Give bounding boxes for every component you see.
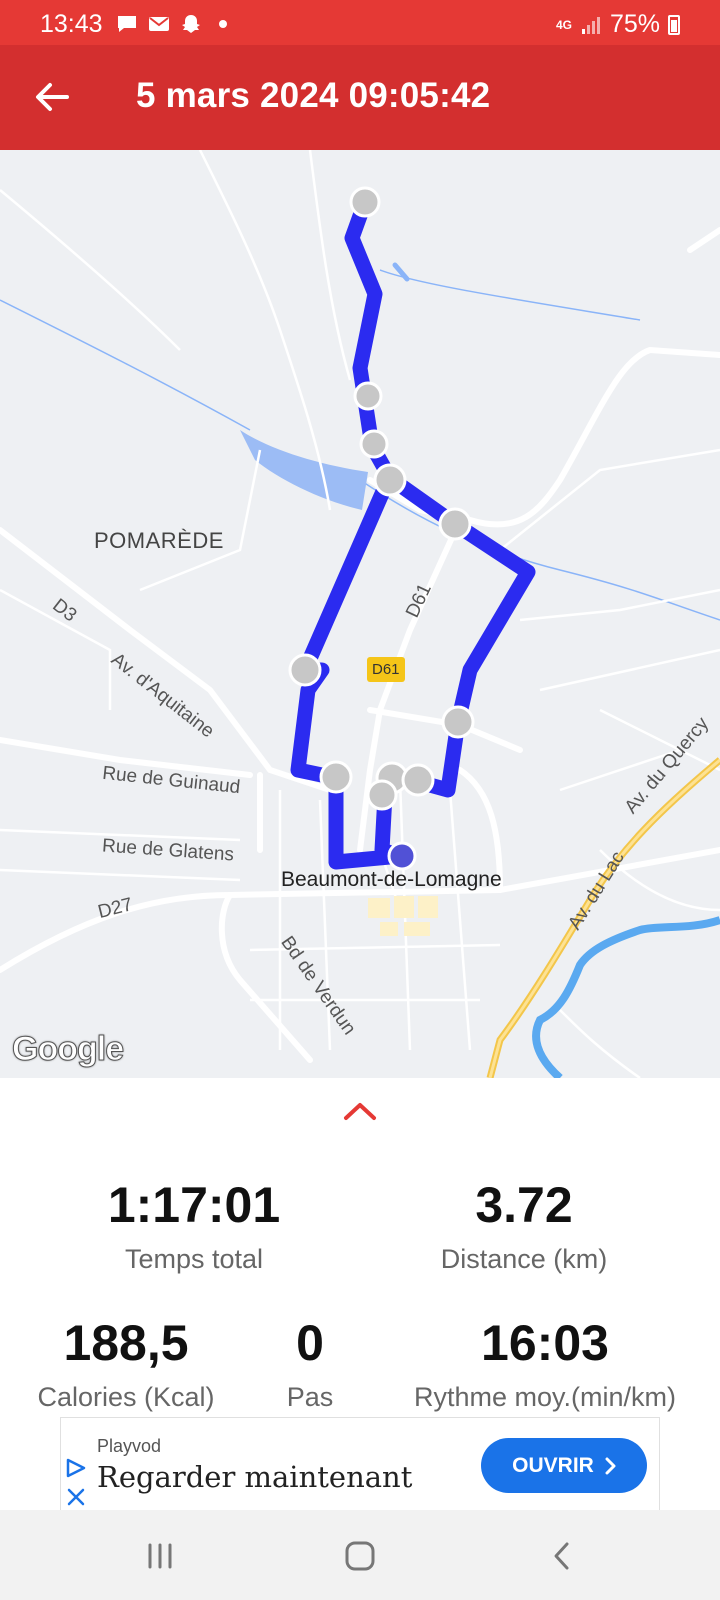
ad-brand: Playvod bbox=[97, 1436, 162, 1456]
battery-percent: 75% bbox=[609, 10, 660, 38]
total-time-value: 1:17:01 bbox=[107, 1177, 281, 1233]
lake bbox=[240, 430, 368, 510]
route-marker bbox=[359, 429, 389, 459]
ad-choices-icon[interactable] bbox=[65, 1458, 87, 1478]
activity-datetime-title: 5 mars 2024 09:05:42 bbox=[136, 76, 491, 115]
arrow-left-icon bbox=[36, 83, 69, 111]
total-time-label: Temps total bbox=[124, 1244, 264, 1274]
route-marker bbox=[373, 463, 407, 497]
route-marker bbox=[319, 760, 353, 794]
system-nav-bar bbox=[0, 1510, 720, 1600]
open-button-label: OUVRIR bbox=[512, 1453, 594, 1477]
message-icon bbox=[118, 16, 136, 32]
recent-apps-icon bbox=[148, 1543, 172, 1569]
map-canvas bbox=[0, 150, 720, 1078]
map-label-town: Beaumont-de-Lomagne bbox=[281, 868, 502, 891]
chevron-up-icon[interactable] bbox=[340, 1096, 380, 1124]
signal-icon bbox=[581, 16, 600, 34]
route-map[interactable]: POMARÈDE D3 Av. d'Aquitaine Rue de Guina… bbox=[0, 150, 720, 1078]
steps-value: 0 bbox=[296, 1315, 324, 1371]
route-marker bbox=[438, 507, 472, 541]
google-logo: Google bbox=[11, 1030, 124, 1069]
mail-icon bbox=[149, 17, 169, 31]
chevron-left-icon bbox=[554, 1542, 569, 1570]
battery-icon bbox=[668, 14, 680, 35]
system-back-button[interactable] bbox=[542, 1536, 582, 1576]
home-button[interactable] bbox=[340, 1536, 380, 1576]
route-marker bbox=[353, 381, 383, 411]
app-bar: 5 mars 2024 09:05:42 bbox=[0, 45, 720, 150]
close-icon[interactable] bbox=[65, 1486, 87, 1508]
home-icon bbox=[345, 1541, 375, 1571]
system-icons: 4G 75% bbox=[556, 10, 680, 39]
road-badge-d61: D61 bbox=[367, 657, 405, 682]
route-marker bbox=[401, 763, 435, 797]
ad-title[interactable]: Regarder maintenant bbox=[97, 1460, 412, 1494]
route-marker bbox=[349, 186, 381, 218]
back-button[interactable] bbox=[30, 75, 74, 119]
calories-value: 188,5 bbox=[63, 1315, 189, 1371]
pace-value: 16:03 bbox=[481, 1315, 609, 1371]
route-marker bbox=[441, 705, 475, 739]
status-time: 13:43 bbox=[40, 10, 103, 38]
distance-label: Distance (km) bbox=[440, 1244, 608, 1274]
steps-label: Pas bbox=[286, 1382, 334, 1412]
start-marker bbox=[387, 841, 417, 871]
recent-apps-button[interactable] bbox=[140, 1536, 180, 1576]
status-bar: 13:43 4G 75% bbox=[0, 0, 720, 45]
pace-label: Rythme moy.(min/km) bbox=[413, 1382, 676, 1412]
route-marker bbox=[288, 653, 322, 687]
notification-icons bbox=[116, 14, 234, 34]
map-label-pomarede: POMARÈDE bbox=[94, 528, 224, 553]
distance-value: 3.72 bbox=[475, 1177, 573, 1233]
calories-label: Calories (Kcal) bbox=[37, 1382, 215, 1412]
chevron-right-icon bbox=[605, 1457, 616, 1474]
network-type-label: 4G bbox=[555, 17, 572, 32]
more-notifications-dot-icon bbox=[219, 20, 227, 28]
snapchat-icon bbox=[182, 15, 200, 33]
route-marker bbox=[366, 779, 398, 811]
ad-banner[interactable]: Playvod Regarder maintenant OUVRIR bbox=[60, 1417, 660, 1510]
open-button[interactable]: OUVRIR bbox=[481, 1438, 647, 1493]
